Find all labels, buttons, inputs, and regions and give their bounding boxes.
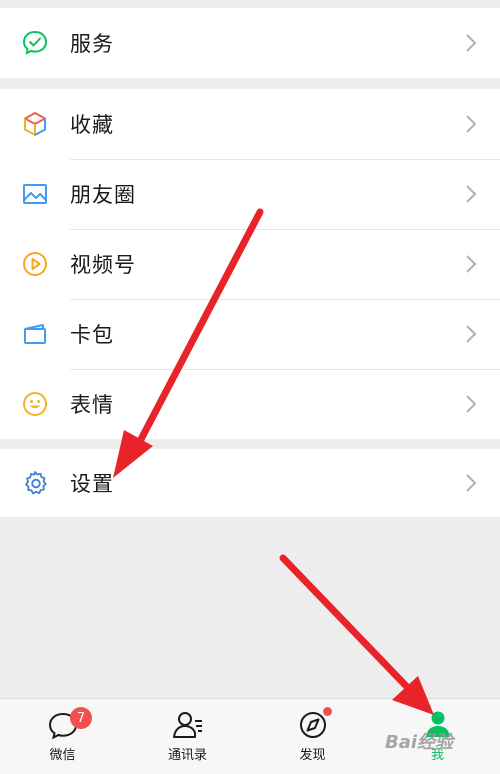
menu-row-cards[interactable]: 卡包	[0, 299, 500, 369]
menu-row-stickers[interactable]: 表情	[0, 369, 500, 439]
service-icon	[20, 28, 50, 58]
menu-row-settings[interactable]: 设置	[0, 449, 500, 517]
chevron-right-icon	[466, 255, 477, 273]
tab-chats-label: 微信	[49, 748, 76, 763]
smiley-icon	[20, 389, 50, 419]
wallet-card-icon	[20, 319, 50, 349]
moments-label: 朋友圈	[70, 183, 136, 207]
unread-badge: 7	[70, 707, 92, 729]
service-group: 服务	[0, 8, 500, 78]
stickers-label: 表情	[70, 393, 114, 417]
chevron-right-icon	[466, 115, 477, 133]
tab-discover-label: 发现	[299, 748, 326, 763]
new-dot-badge	[323, 707, 332, 716]
service-label: 服务	[70, 32, 114, 56]
watermark: Bai经验	[385, 732, 454, 753]
chevron-right-icon	[466, 325, 477, 343]
play-circle-icon	[20, 249, 50, 279]
channels-label: 视频号	[70, 253, 136, 277]
settings-group: 设置	[0, 449, 500, 517]
tab-chats[interactable]: 7 微信	[0, 699, 125, 774]
menu-row-channels[interactable]: 视频号	[0, 229, 500, 299]
cards-label: 卡包	[70, 323, 114, 347]
tab-discover[interactable]: 发现	[250, 699, 375, 774]
gear-icon	[20, 468, 50, 498]
settings-label: 设置	[70, 472, 114, 496]
tab-contacts[interactable]: 通讯录	[125, 699, 250, 774]
chevron-right-icon	[466, 34, 477, 52]
menu-row-moments[interactable]: 朋友圈	[0, 159, 500, 229]
chevron-right-icon	[466, 395, 477, 413]
tab-contacts-label: 通讯录	[167, 748, 207, 763]
arrow-to-me-tab	[279, 554, 434, 715]
contacts-icon	[172, 712, 202, 738]
menu-row-service[interactable]: 服务	[0, 8, 500, 78]
discover-group: 收藏 朋友圈 视频号 卡包 表情	[0, 89, 500, 439]
favorites-label: 收藏	[70, 113, 114, 137]
chevron-right-icon	[466, 474, 477, 492]
menu-row-favorites[interactable]: 收藏	[0, 89, 500, 159]
top-strip	[0, 0, 500, 8]
chevron-right-icon	[466, 185, 477, 203]
cube-icon	[20, 109, 50, 139]
image-icon	[20, 179, 50, 209]
